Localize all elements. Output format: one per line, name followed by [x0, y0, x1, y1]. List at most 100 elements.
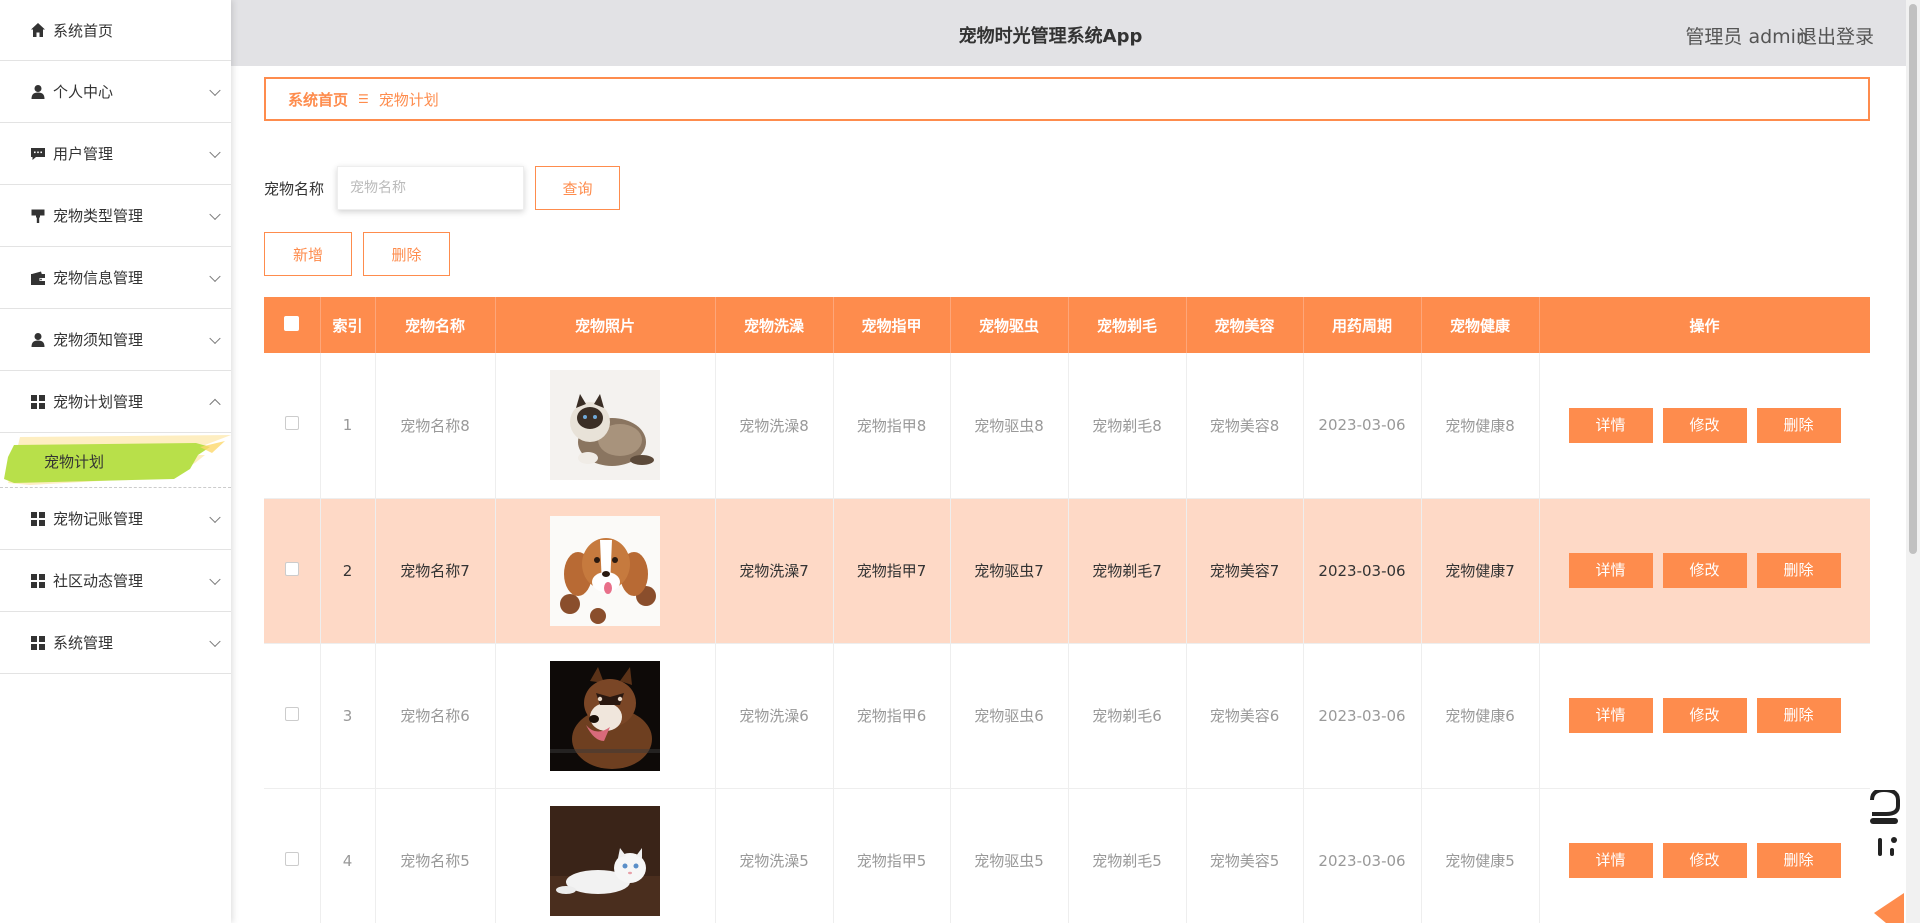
cell-beauty: 宠物美容5 — [1186, 788, 1304, 923]
edit-button[interactable]: 修改 — [1662, 407, 1747, 443]
sidebar-item-pet-accounting-management[interactable]: 宠物记账管理 — [0, 488, 231, 550]
cell-bath: 宠物洗澡6 — [715, 643, 834, 789]
table-row[interactable]: 2 宠物名称7 宠物洗澡7 宠物指甲7 宠物驱虫7 宠物剃毛7 宠物美容7 20… — [264, 498, 1870, 644]
add-button[interactable]: 新增 — [264, 232, 352, 276]
person-icon — [30, 84, 46, 100]
delete-button[interactable]: 删除 — [1756, 553, 1841, 588]
cell-medication-period: 2023-03-06 — [1303, 353, 1422, 499]
delete-button[interactable]: 删除 — [1756, 843, 1841, 878]
wallet-icon — [30, 270, 46, 286]
sidebar-item-system-management[interactable]: 系统管理 — [0, 612, 231, 674]
edit-button[interactable]: 修改 — [1662, 843, 1747, 878]
chat-icon — [30, 146, 46, 162]
sidebar-subitem-label: 宠物计划 — [44, 453, 105, 471]
row-select-cell[interactable] — [264, 788, 321, 923]
column-header-nail: 宠物指甲 — [833, 297, 951, 353]
breadcrumb: 系统首页 ☰ 宠物计划 — [264, 77, 1870, 121]
spaniel-photo — [550, 515, 660, 626]
row-select-cell[interactable] — [264, 498, 321, 644]
cell-pet-photo — [495, 498, 716, 644]
query-button[interactable]: 查询 — [535, 166, 620, 210]
row-select-cell[interactable] — [264, 353, 321, 499]
row-select-cell[interactable] — [264, 643, 321, 789]
column-header-pet-photo: 宠物照片 — [495, 297, 716, 353]
delete-button[interactable]: 删除 — [1756, 407, 1841, 443]
select-all-checkbox[interactable] — [284, 315, 300, 331]
cell-pet-photo — [495, 353, 716, 499]
sidebar-item-label: 系统首页 — [53, 21, 114, 40]
chevron-down-icon — [209, 270, 221, 282]
sidebar-item-label: 用户管理 — [53, 145, 114, 163]
brush-icon — [30, 208, 46, 224]
table-header-row: 索引 宠物名称 宠物照片 宠物洗澡 宠物指甲 宠物驱虫 宠物剃毛 宠物美容 用药… — [264, 297, 1870, 353]
column-header-actions: 操作 — [1539, 297, 1870, 353]
cell-index: 1 — [320, 353, 376, 499]
sidebar-item-pet-notice-management[interactable]: 宠物须知管理 — [0, 309, 231, 371]
row-checkbox[interactable] — [284, 561, 299, 576]
detail-button[interactable]: 详情 — [1568, 843, 1653, 878]
sidebar-item-pet-plan-management[interactable]: 宠物计划管理 — [0, 371, 231, 433]
batch-delete-button[interactable]: 删除 — [363, 232, 450, 276]
grid-icon — [30, 635, 46, 651]
column-header-deworm: 宠物驱虫 — [950, 297, 1069, 353]
scrollbar-thumb[interactable] — [1909, 4, 1917, 554]
cell-actions: 详情 修改 删除 — [1539, 498, 1870, 644]
cell-pet-name: 宠物名称5 — [375, 788, 496, 923]
row-checkbox[interactable] — [284, 851, 299, 866]
table-row[interactable]: 1 宠物名称8 宠物洗澡8 宠物指甲8 宠物驱虫8 宠物剃毛8 宠物美容8 20… — [264, 353, 1870, 499]
cell-bath: 宠物洗澡5 — [715, 788, 834, 923]
sidebar-item-community-management[interactable]: 社区动态管理 — [0, 550, 231, 612]
grid-icon — [30, 511, 46, 527]
detail-button[interactable]: 详情 — [1568, 407, 1653, 443]
sidebar: 系统首页 个人中心 用户管理 宠物类型管理 宠物信息管理 宠物须知管理 宠物计划… — [0, 0, 231, 923]
table-row[interactable]: 3 宠物名称6 宠物洗澡6 宠物指甲6 宠物驱虫6 宠物剃毛6 宠物美容6 20… — [264, 643, 1870, 789]
chevron-up-icon — [209, 398, 221, 410]
cell-pet-name: 宠物名称7 — [375, 498, 496, 644]
column-header-beauty: 宠物美容 — [1186, 297, 1304, 353]
pet-name-search-input[interactable] — [337, 166, 524, 210]
column-header-health: 宠物健康 — [1421, 297, 1540, 353]
cell-deworm: 宠物驱虫8 — [950, 353, 1069, 499]
row-checkbox[interactable] — [284, 416, 299, 431]
cell-nail: 宠物指甲6 — [833, 643, 951, 789]
sidebar-item-label: 社区动态管理 — [53, 572, 144, 590]
sidebar-subitem-pet-plan[interactable]: 宠物计划 — [0, 433, 231, 488]
column-header-pet-name: 宠物名称 — [375, 297, 496, 353]
delete-button[interactable]: 删除 — [1756, 698, 1841, 733]
table-row[interactable]: 4 宠物名称5 宠物洗澡5 宠物指甲5 宠物驱虫5 宠物剃毛5 宠物美容5 20… — [264, 788, 1870, 923]
cell-bath: 宠物洗澡8 — [715, 353, 834, 499]
cell-nail: 宠物指甲5 — [833, 788, 951, 923]
sidebar-item-label: 宠物信息管理 — [53, 269, 144, 287]
sidebar-item-label: 宠物记账管理 — [53, 510, 144, 528]
sidebar-item-label: 宠物须知管理 — [53, 331, 144, 349]
sidebar-item-pet-info-management[interactable]: 宠物信息管理 — [0, 247, 231, 309]
detail-button[interactable]: 详情 — [1568, 553, 1653, 588]
detail-button[interactable]: 详情 — [1568, 698, 1653, 733]
pet-plan-table: 索引 宠物名称 宠物照片 宠物洗澡 宠物指甲 宠物驱虫 宠物剃毛 宠物美容 用药… — [264, 297, 1870, 923]
cell-actions: 详情 修改 删除 — [1539, 788, 1870, 923]
cell-deworm: 宠物驱虫6 — [950, 643, 1069, 789]
chevron-down-icon — [209, 511, 221, 523]
white-cat-photo — [550, 805, 660, 916]
cat-photo — [550, 370, 660, 481]
vertical-scrollbar[interactable] — [1906, 0, 1920, 923]
chevron-down-icon — [209, 573, 221, 585]
logout-link[interactable]: 退出登录 — [1798, 22, 1874, 49]
sidebar-item-personal-center[interactable]: 个人中心 — [0, 61, 231, 123]
edit-button[interactable]: 修改 — [1662, 698, 1747, 733]
cell-shave: 宠物剃毛5 — [1068, 788, 1187, 923]
cell-nail: 宠物指甲7 — [833, 498, 951, 644]
select-all-cell[interactable] — [264, 297, 321, 353]
breadcrumb-home-link[interactable]: 系统首页 — [288, 89, 348, 110]
sidebar-item-home[interactable]: 系统首页 — [0, 0, 231, 61]
column-header-shave: 宠物剃毛 — [1068, 297, 1187, 353]
chevron-down-icon — [209, 84, 221, 96]
chevron-down-icon — [209, 208, 221, 220]
sidebar-item-user-management[interactable]: 用户管理 — [0, 123, 231, 185]
edit-button[interactable]: 修改 — [1662, 553, 1747, 588]
row-checkbox[interactable] — [284, 706, 299, 721]
sidebar-item-pet-type-management[interactable]: 宠物类型管理 — [0, 185, 231, 247]
app-title: 宠物时光管理系统App — [958, 26, 1143, 47]
floating-assistant-icon[interactable] — [1864, 790, 1904, 923]
cell-shave: 宠物剃毛8 — [1068, 353, 1187, 499]
